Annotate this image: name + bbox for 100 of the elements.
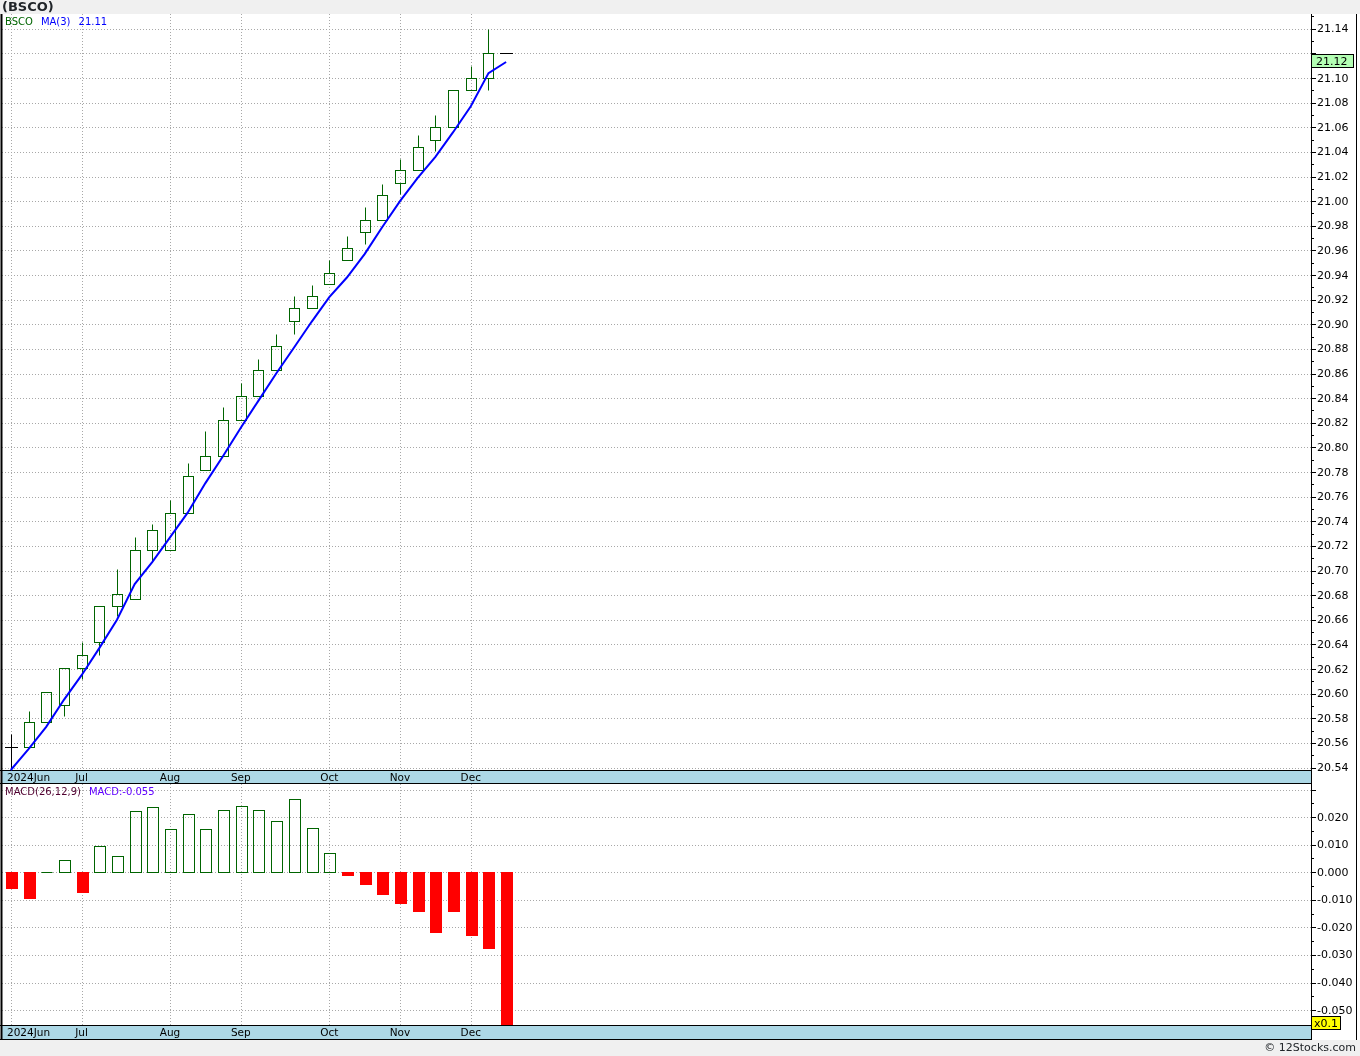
axis-label: 0.010 — [1317, 838, 1349, 852]
macd-bar — [6, 872, 18, 889]
axis-label: 20.64 — [1317, 637, 1349, 651]
axis-label: 20.96 — [1317, 243, 1349, 257]
candlestick — [430, 115, 441, 152]
axis-label: -0.040 — [1317, 976, 1353, 990]
date-label: Nov — [389, 771, 411, 783]
price-badge: 21.12 — [1311, 54, 1354, 68]
macd-bar — [130, 811, 142, 873]
macd-bar — [24, 872, 36, 899]
axis-label: 20.86 — [1317, 367, 1349, 381]
axis-label: 20.94 — [1317, 268, 1349, 282]
date-label: Aug — [159, 771, 181, 783]
candlestick — [130, 537, 141, 600]
candlestick — [183, 463, 194, 514]
candlestick — [342, 236, 353, 261]
candlestick — [413, 135, 424, 171]
axis-label: 20.74 — [1317, 514, 1349, 528]
candlestick — [289, 296, 300, 335]
candlestick — [448, 90, 459, 128]
candlestick — [253, 359, 264, 397]
date-label: Sep — [230, 1026, 251, 1038]
axis-label: 20.58 — [1317, 711, 1349, 725]
candlestick — [236, 383, 247, 421]
date-label: Jul — [75, 1026, 88, 1038]
macd-bar — [307, 828, 319, 873]
macd-bar — [430, 872, 442, 933]
date-label: Nov — [389, 1026, 411, 1038]
date-label: Jul — [75, 771, 88, 783]
candlestick — [324, 260, 335, 285]
chart-title: (BSCO) — [2, 0, 54, 14]
macd-bar — [147, 807, 159, 873]
macd-bar — [324, 853, 336, 873]
axis-label: 0.020 — [1317, 810, 1349, 824]
macd-bar — [218, 810, 230, 873]
axis-label: 20.56 — [1317, 736, 1349, 750]
axis-label: -0.030 — [1317, 948, 1353, 962]
macd-bar — [94, 846, 106, 873]
axis-label: 20.76 — [1317, 490, 1349, 504]
macd-bar — [395, 872, 407, 904]
candlestick — [271, 334, 282, 371]
candlestick — [360, 207, 371, 245]
macd-bar — [466, 872, 478, 936]
axis-label: 21.08 — [1317, 96, 1349, 110]
macd-bar — [112, 856, 124, 873]
candlestick — [377, 184, 388, 221]
copyright-text: © 12Stocks.com — [1264, 1040, 1356, 1056]
date-label: 2024Jun — [6, 771, 51, 783]
axis-label: 20.54 — [1317, 761, 1349, 775]
axis-label: 20.80 — [1317, 440, 1349, 454]
axis-label: 21.04 — [1317, 145, 1349, 159]
macd-bar — [253, 810, 265, 873]
date-label: Aug — [159, 1026, 181, 1038]
scale-badge: x0.1 — [1311, 1016, 1341, 1030]
date-label: Dec — [460, 1026, 481, 1038]
candlestick — [24, 711, 35, 748]
macd-bar — [271, 821, 283, 873]
date-label: 2024Jun — [6, 1026, 51, 1038]
candlestick — [77, 642, 88, 680]
macd-bar — [200, 829, 212, 873]
legend-label: MACD:-0.055 — [88, 786, 155, 797]
candlestick — [395, 159, 406, 195]
macd-bar — [183, 814, 195, 873]
axis-label: 0.000 — [1317, 865, 1349, 879]
axis-label: -0.010 — [1317, 893, 1353, 907]
axis-label: 20.92 — [1317, 293, 1349, 307]
date-label: Oct — [320, 1026, 339, 1038]
axis-label: 20.68 — [1317, 588, 1349, 602]
axis-label: 20.88 — [1317, 342, 1349, 356]
axis-label: 21.10 — [1317, 71, 1349, 85]
candlestick — [200, 431, 211, 471]
axis-label: 20.90 — [1317, 317, 1349, 331]
axis-label: 21.06 — [1317, 120, 1349, 134]
candlestick — [500, 53, 513, 54]
macd-bar — [413, 872, 425, 912]
macd-bar — [360, 872, 372, 885]
axis-label: 20.66 — [1317, 613, 1349, 627]
legend-label: 21.11 — [78, 16, 108, 27]
candlestick — [165, 500, 176, 551]
date-label: Oct — [320, 771, 339, 783]
axis-label: 20.84 — [1317, 391, 1349, 405]
legend-label: MACD(26,12,9) — [5, 786, 81, 797]
legend-label: BSCO — [5, 16, 33, 27]
candlestick — [5, 734, 18, 769]
axis-label: 21.02 — [1317, 170, 1349, 184]
axis-label: 20.82 — [1317, 416, 1349, 430]
axis-label: 21.14 — [1317, 22, 1349, 36]
axis-label: 20.78 — [1317, 465, 1349, 479]
macd-bar — [59, 860, 71, 873]
candlestick — [218, 407, 229, 457]
axis-label: -0.020 — [1317, 920, 1353, 934]
axis-label: 20.62 — [1317, 662, 1349, 676]
macd-bar — [77, 872, 89, 893]
legend-label: MA(3) — [40, 16, 71, 27]
macd-bar — [165, 829, 177, 873]
macd-bar — [236, 806, 248, 873]
date-label: Sep — [230, 771, 251, 783]
axis-label: 20.70 — [1317, 564, 1349, 578]
candlestick — [59, 668, 70, 717]
macd-bar — [448, 872, 460, 912]
